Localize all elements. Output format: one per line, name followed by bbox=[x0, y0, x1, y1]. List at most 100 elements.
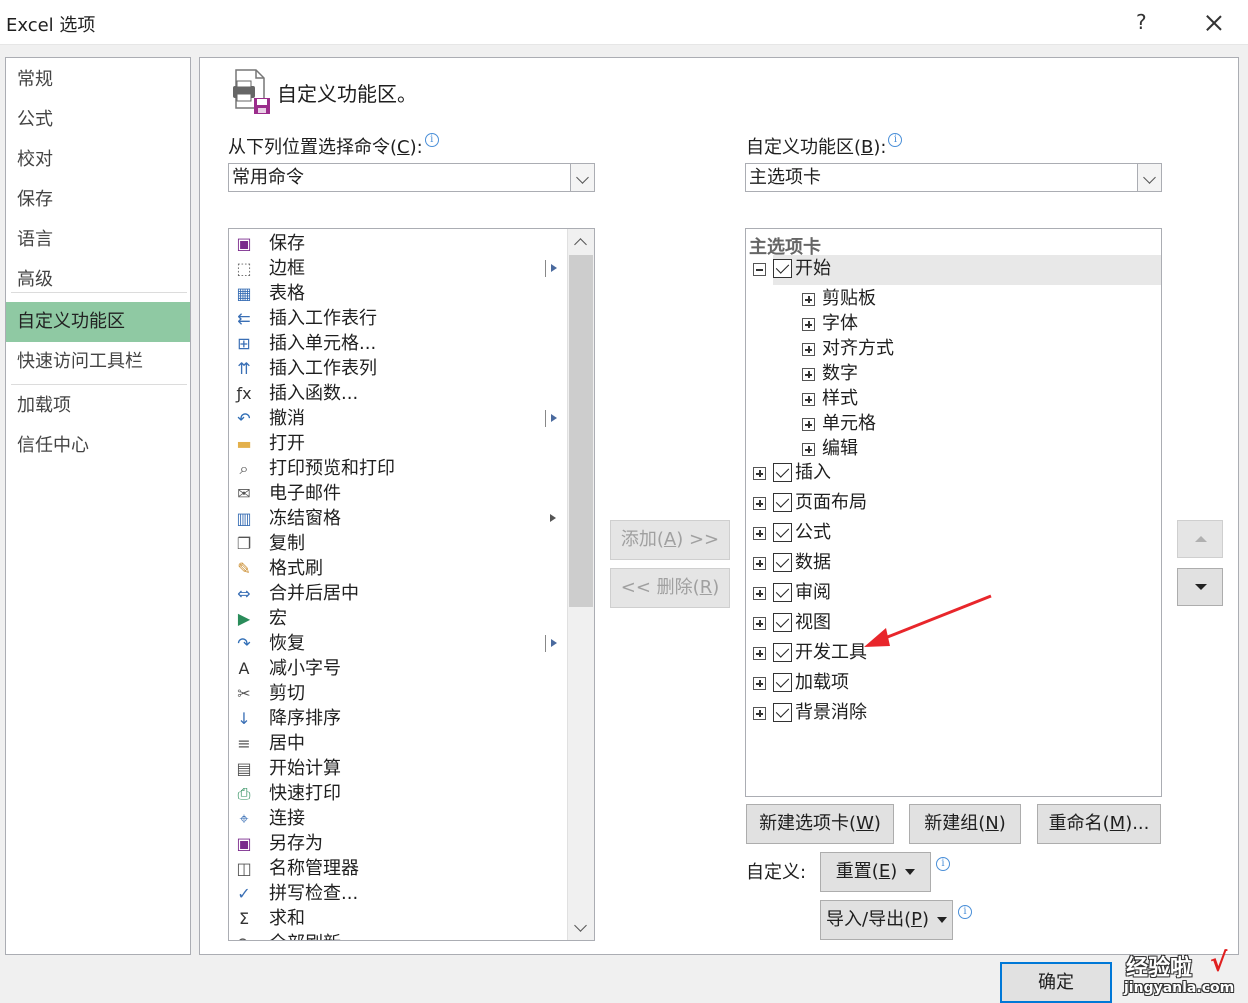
command-item[interactable]: ⎙ 快速打印 bbox=[229, 781, 569, 806]
expand-icon[interactable] bbox=[753, 527, 766, 540]
nav-item-6[interactable]: 自定义功能区 bbox=[6, 302, 190, 342]
tab-checkbox[interactable] bbox=[773, 463, 792, 482]
ribbon-tree[interactable]: 主选项卡 开始 剪贴板 字体 对齐方式 数字 样式 单元格 编辑 插入 页面布局 公式 数据 审阅 视图开… bbox=[745, 228, 1162, 797]
command-item[interactable]: ▦ 表格 bbox=[229, 281, 569, 306]
expand-icon[interactable] bbox=[753, 587, 766, 600]
command-item[interactable]: ⇈ 插入工作表列 bbox=[229, 356, 569, 381]
expand-icon[interactable] bbox=[802, 368, 815, 381]
import-export-button[interactable]: 导入/导出(P) bbox=[820, 900, 953, 940]
command-item[interactable]: ↷ 恢复 bbox=[229, 631, 569, 656]
help-button[interactable]: ? bbox=[1136, 10, 1147, 34]
nav-item-9[interactable]: 信任中心 bbox=[6, 426, 190, 466]
command-item[interactable]: ▣ 保存 bbox=[229, 231, 569, 256]
command-item[interactable]: ✓ 拼写检查... bbox=[229, 881, 569, 906]
command-item[interactable]: Σ 求和 bbox=[229, 906, 569, 931]
expand-icon[interactable] bbox=[753, 617, 766, 630]
nav-item-5[interactable]: 高级 bbox=[6, 260, 190, 300]
command-item[interactable]: ≡ 居中 bbox=[229, 731, 569, 756]
nav-item-0[interactable]: 常规 bbox=[6, 60, 190, 100]
move-up-button[interactable] bbox=[1177, 520, 1223, 558]
command-item[interactable]: ▤ 开始计算 bbox=[229, 756, 569, 781]
command-item[interactable]: ✎ 格式刷 bbox=[229, 556, 569, 581]
expand-icon[interactable] bbox=[753, 677, 766, 690]
group-node[interactable]: 对齐方式 bbox=[746, 337, 1156, 363]
rename-button[interactable]: 重命名(M)... bbox=[1037, 804, 1161, 844]
command-item[interactable]: ✉ 电子邮件 bbox=[229, 481, 569, 506]
command-item[interactable]: ❐ 复制 bbox=[229, 531, 569, 556]
command-item[interactable]: ⌕ 打印预览和打印 bbox=[229, 456, 569, 481]
tab-node[interactable]: 背景消除 bbox=[746, 701, 1156, 727]
group-node[interactable]: 编辑 bbox=[746, 437, 1156, 463]
command-item[interactable]: ƒx 插入函数... bbox=[229, 381, 569, 406]
remove-button[interactable]: << 删除(R) bbox=[610, 568, 730, 608]
command-item[interactable]: ↶ 撤消 bbox=[229, 406, 569, 431]
expand-icon[interactable] bbox=[753, 707, 766, 720]
command-item[interactable]: ⬚ 边框 bbox=[229, 256, 569, 281]
chevron-down-icon[interactable] bbox=[1137, 164, 1161, 191]
expand-icon[interactable] bbox=[802, 293, 815, 306]
group-node[interactable]: 数字 bbox=[746, 362, 1156, 388]
nav-item-8[interactable]: 加载项 bbox=[6, 386, 190, 426]
tab-checkbox[interactable] bbox=[773, 703, 792, 722]
expand-icon[interactable] bbox=[802, 318, 815, 331]
collapse-icon[interactable] bbox=[753, 263, 766, 276]
group-node[interactable]: 单元格 bbox=[746, 412, 1156, 438]
close-icon[interactable] bbox=[1200, 6, 1228, 38]
ribbon-tabs-dropdown[interactable]: 主选项卡 bbox=[745, 163, 1162, 192]
command-item[interactable]: ◫ 名称管理器 bbox=[229, 856, 569, 881]
tab-node[interactable]: 数据 bbox=[746, 551, 1156, 577]
scroll-up-icon[interactable] bbox=[568, 229, 594, 253]
command-item[interactable]: ⌖ 连接 bbox=[229, 806, 569, 831]
command-item[interactable]: ▶ 宏 bbox=[229, 606, 569, 631]
commands-list[interactable]: ▣ 保存 ⬚ 边框 ▦ 表格 ⇇ 插入工作表行 ⊞ 插入单元格... ⇈ 插入工作表列 ƒx 插入函数..… bbox=[228, 228, 595, 941]
nav-item-7[interactable]: 快速访问工具栏 bbox=[6, 342, 190, 382]
expand-icon[interactable] bbox=[753, 497, 766, 510]
scroll-down-icon[interactable] bbox=[568, 916, 594, 940]
expand-icon[interactable] bbox=[802, 418, 815, 431]
group-node[interactable]: 样式 bbox=[746, 387, 1156, 413]
command-item[interactable]: ⇔ 合并后居中 bbox=[229, 581, 569, 606]
tab-node[interactable]: 公式 bbox=[746, 521, 1156, 547]
tab-checkbox[interactable] bbox=[773, 523, 792, 542]
tab-checkbox[interactable] bbox=[773, 553, 792, 572]
expand-icon[interactable] bbox=[753, 557, 766, 570]
command-item[interactable]: ▥ 冻结窗格 bbox=[229, 506, 569, 531]
expand-icon[interactable] bbox=[802, 393, 815, 406]
command-item[interactable]: ✂ 剪切 bbox=[229, 681, 569, 706]
command-item[interactable]: A 减小字号 bbox=[229, 656, 569, 681]
tab-checkbox[interactable] bbox=[773, 643, 792, 662]
tab-checkbox[interactable] bbox=[773, 673, 792, 692]
command-item[interactable]: ↓ 降序排序 bbox=[229, 706, 569, 731]
group-node[interactable]: 剪贴板 bbox=[746, 287, 1156, 313]
command-item[interactable]: ⇇ 插入工作表行 bbox=[229, 306, 569, 331]
tab-checkbox[interactable] bbox=[773, 259, 792, 278]
move-down-button[interactable] bbox=[1177, 568, 1223, 606]
new-tab-button[interactable]: 新建选项卡(W) bbox=[746, 804, 894, 844]
group-node[interactable]: 字体 bbox=[746, 312, 1156, 338]
new-group-button[interactable]: 新建组(N) bbox=[909, 804, 1021, 844]
tab-node[interactable]: 开始 bbox=[746, 257, 1156, 283]
choose-commands-dropdown[interactable]: 常用命令 bbox=[228, 163, 595, 192]
tab-checkbox[interactable] bbox=[773, 583, 792, 602]
expand-icon[interactable] bbox=[753, 647, 766, 660]
nav-item-4[interactable]: 语言 bbox=[6, 220, 190, 260]
tab-node[interactable]: 页面布局 bbox=[746, 491, 1156, 517]
ok-button[interactable]: 确定 bbox=[1000, 962, 1112, 1003]
nav-item-3[interactable]: 保存 bbox=[6, 180, 190, 220]
tab-node[interactable]: 加载项 bbox=[746, 671, 1156, 697]
commands-scrollbar[interactable] bbox=[567, 229, 594, 940]
command-item[interactable]: ▬ 打开 bbox=[229, 431, 569, 456]
command-item[interactable]: ⟳ 全部刷新 bbox=[229, 931, 569, 940]
chevron-down-icon[interactable] bbox=[570, 164, 594, 191]
nav-item-2[interactable]: 校对 bbox=[6, 140, 190, 180]
tab-checkbox[interactable] bbox=[773, 613, 792, 632]
expand-icon[interactable] bbox=[753, 467, 766, 480]
scroll-thumb[interactable] bbox=[569, 255, 593, 607]
add-button[interactable]: 添加(A) >> bbox=[610, 520, 730, 560]
command-item[interactable]: ⊞ 插入单元格... bbox=[229, 331, 569, 356]
nav-item-1[interactable]: 公式 bbox=[6, 100, 190, 140]
tab-checkbox[interactable] bbox=[773, 493, 792, 512]
expand-icon[interactable] bbox=[802, 343, 815, 356]
command-item[interactable]: ▣ 另存为 bbox=[229, 831, 569, 856]
expand-icon[interactable] bbox=[802, 443, 815, 456]
